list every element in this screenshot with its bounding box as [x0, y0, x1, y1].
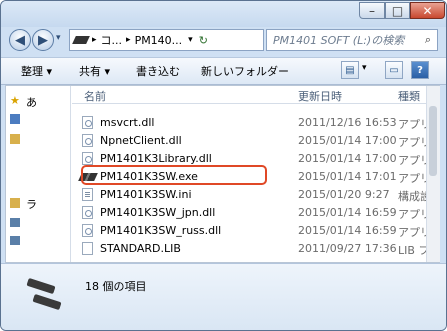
dll-file-icon — [82, 224, 93, 237]
file-date: 2015/01/14 17:01 — [298, 170, 397, 183]
library-icon[interactable] — [10, 198, 20, 208]
share-label: 共有 — [79, 65, 101, 78]
new-folder-button[interactable]: 新しいフォルダー — [201, 63, 289, 79]
file-name: PM1401K3SW.ini — [100, 188, 192, 201]
minimize-button[interactable]: – — [359, 2, 385, 19]
file-date: 2011/09/27 17:36 — [298, 242, 397, 255]
close-icon: ✕ — [422, 3, 433, 18]
chevron-down-icon: ▾ — [104, 65, 111, 78]
file-date: 2015/01/14 16:59 — [298, 224, 397, 237]
forward-arrow-icon: ▶ — [38, 32, 48, 48]
desktop-icon[interactable] — [10, 114, 20, 124]
file-row[interactable]: NpnetClient.dll 2015/01/14 17:00 アプリ — [72, 132, 431, 150]
preview-pane-icon[interactable]: ▭ — [385, 61, 403, 79]
burn-button[interactable]: 書き込む — [136, 63, 180, 79]
explorer-window: – □ ✕ ◀ ▶ ▾ ▸ コ... ▸ PM140... ▾ ↻ PM1401… — [0, 0, 447, 331]
organize-menu[interactable]: 整理 ▾ — [21, 63, 52, 79]
lib-file-icon — [82, 242, 93, 255]
file-row[interactable]: PM1401K3SW_jpn.dll 2015/01/14 16:59 アプリ — [72, 204, 431, 222]
close-button[interactable]: ✕ — [410, 2, 445, 19]
navigation-pane: ★ あ ラ — [6, 86, 71, 262]
address-bar[interactable]: ▸ コ... ▸ PM140... ▾ ↻ — [69, 29, 264, 51]
breadcrumb-separator-icon: ▸ — [92, 35, 97, 45]
navigation-bar: ◀ ▶ ▾ ▸ コ... ▸ PM140... ▾ ↻ PM1401 SOFT … — [1, 27, 446, 55]
file-date: 2015/01/14 16:59 — [298, 206, 397, 219]
back-button[interactable]: ◀ — [9, 29, 31, 51]
dll-file-icon — [82, 116, 93, 129]
file-row[interactable]: PM1401K3SW.ini 2015/01/20 9:27 構成設 — [72, 186, 431, 204]
file-name: PM1401K3Library.dll — [100, 152, 212, 165]
drive-icon — [72, 36, 90, 44]
column-type[interactable]: 種類 — [398, 88, 420, 104]
dll-file-icon — [82, 206, 93, 219]
dll-file-icon — [82, 152, 93, 165]
share-menu[interactable]: 共有 ▾ — [79, 63, 110, 79]
nav-item-favorites[interactable]: あ — [26, 94, 37, 110]
maximize-icon: □ — [391, 3, 404, 18]
column-name[interactable]: 名前 — [84, 88, 106, 104]
search-icon: ⌕ — [424, 33, 431, 46]
file-date: 2015/01/14 17:00 — [298, 134, 397, 147]
nav-item-library[interactable]: ラ — [26, 196, 37, 212]
file-date: 2011/12/16 16:53 — [298, 116, 397, 129]
address-dropdown-icon[interactable]: ▾ — [188, 35, 193, 45]
command-bar: 整理 ▾ 共有 ▾ 書き込む 新しいフォルダー ▤ ▾ ▭ ? — [1, 57, 446, 85]
file-row[interactable]: msvcrt.dll 2011/12/16 16:53 アプリ — [72, 114, 431, 132]
file-name: PM1401K3SW_russ.dll — [100, 224, 222, 237]
dll-file-icon — [82, 134, 93, 147]
search-placeholder: PM1401 SOFT (L:)の検索 — [273, 34, 405, 47]
chevron-down-icon: ▾ — [46, 65, 53, 78]
file-date: 2015/01/14 17:00 — [298, 152, 397, 165]
documents-icon[interactable] — [10, 218, 20, 227]
ini-file-icon — [82, 188, 93, 201]
history-dropdown[interactable]: ▾ — [56, 33, 61, 43]
refresh-icon[interactable]: ↻ — [199, 34, 208, 47]
file-name: NpnetClient.dll — [100, 134, 182, 147]
item-count: 18 個の項目 — [85, 280, 147, 293]
selected-file-thumbnail — [25, 276, 65, 316]
column-date[interactable]: 更新日時 — [298, 88, 342, 104]
minimize-icon: – — [369, 3, 375, 18]
breadcrumb-computer[interactable]: コ... — [101, 32, 123, 48]
folder-icon[interactable] — [10, 134, 20, 144]
maximize-button[interactable]: □ — [385, 2, 410, 19]
help-icon[interactable]: ? — [411, 61, 429, 79]
file-name: PM1401K3SW_jpn.dll — [100, 206, 216, 219]
file-row[interactable]: STANDARD.LIB 2011/09/27 17:36 LIB ファ — [72, 240, 440, 258]
search-input[interactable]: PM1401 SOFT (L:)の検索 ⌕ — [266, 29, 438, 51]
vertical-scrollbar[interactable] — [426, 86, 440, 262]
title-bar: – □ ✕ — [1, 1, 446, 27]
back-arrow-icon: ◀ — [15, 32, 25, 48]
column-header: 名前 更新日時 種類 — [72, 86, 426, 104]
pictures-icon[interactable] — [10, 236, 20, 245]
details-pane: 18 個の項目 — [1, 263, 446, 330]
view-options-icon[interactable]: ▤ — [341, 61, 359, 79]
organize-label: 整理 — [21, 65, 43, 78]
file-date: 2015/01/20 9:27 — [298, 188, 390, 201]
favorites-star-icon[interactable]: ★ — [10, 94, 20, 107]
scrollbar-thumb[interactable] — [429, 106, 437, 176]
forward-button[interactable]: ▶ — [32, 29, 54, 51]
file-name: msvcrt.dll — [100, 116, 155, 129]
file-name: STANDARD.LIB — [100, 242, 181, 255]
breadcrumb-separator-icon: ▸ — [126, 35, 131, 45]
file-row[interactable]: PM1401K3SW_russ.dll 2015/01/14 16:59 アプリ — [72, 222, 431, 240]
view-dropdown-icon[interactable]: ▾ — [362, 63, 367, 73]
highlight-box — [81, 165, 267, 185]
breadcrumb-folder[interactable]: PM140... — [135, 34, 183, 47]
